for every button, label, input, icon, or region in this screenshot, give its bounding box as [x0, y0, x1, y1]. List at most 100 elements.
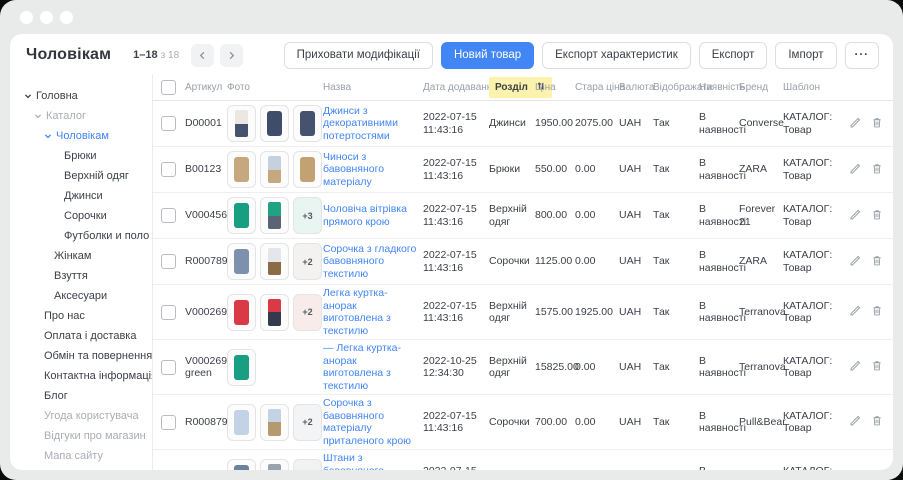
cell-currency: UAH — [619, 117, 653, 130]
column-header-currency[interactable]: Валюта — [619, 82, 653, 93]
sidebar-item-5[interactable]: Джинси — [10, 186, 152, 206]
product-photo[interactable] — [227, 151, 256, 188]
sidebar-item-16[interactable]: Угода користувача — [10, 406, 152, 426]
sidebar-item-9[interactable]: Взуття — [10, 266, 152, 286]
product-photo[interactable]: +2 — [293, 294, 322, 331]
delete-button[interactable] — [871, 116, 883, 132]
product-link[interactable]: Чиноси з бавовняного матеріалу — [323, 151, 423, 189]
edit-button[interactable] — [849, 208, 862, 224]
product-photo[interactable] — [260, 151, 289, 188]
product-photo[interactable] — [227, 197, 256, 234]
product-photo[interactable]: +3 — [293, 197, 322, 234]
table-row: B000321+2Штани з бавовняного матеріалу п… — [153, 450, 893, 470]
row-select-cell — [161, 305, 185, 320]
column-header-date[interactable]: Дата додавання — [423, 82, 489, 93]
delete-button[interactable] — [871, 304, 883, 320]
product-photo[interactable]: +2 — [293, 404, 322, 441]
sidebar-item-14[interactable]: Контактна інформація — [10, 366, 152, 386]
sidebar-item-12[interactable]: Оплата і доставка — [10, 326, 152, 346]
product-photo[interactable] — [260, 459, 289, 471]
product-photo[interactable] — [227, 243, 256, 280]
hide-modifications-button[interactable]: Приховати модифікації — [284, 42, 433, 69]
delete-button[interactable] — [871, 254, 883, 270]
row-checkbox[interactable] — [161, 116, 176, 131]
more-actions-button[interactable]: ··· — [845, 42, 880, 69]
next-page-button[interactable] — [220, 44, 243, 67]
column-header-old_price[interactable]: Стара ціна — [575, 82, 619, 93]
column-header-availability[interactable]: Наявність — [699, 82, 739, 93]
select-all-checkbox[interactable] — [161, 80, 176, 95]
sidebar-item-10[interactable]: Аксесуари — [10, 286, 152, 306]
row-checkbox[interactable] — [161, 208, 176, 223]
column-header-name[interactable]: Назва — [323, 82, 423, 93]
sidebar-item-7[interactable]: Футболки и поло — [10, 226, 152, 246]
product-photo[interactable] — [293, 105, 322, 142]
edit-button[interactable] — [849, 414, 862, 430]
product-link[interactable]: Легка куртка-анорак виготовлена з тексти… — [323, 287, 423, 337]
column-header-photo[interactable]: Фото — [227, 82, 323, 93]
export-button[interactable]: Експорт — [699, 42, 768, 69]
column-header-template[interactable]: Шаблон — [783, 82, 843, 93]
product-link[interactable]: — Легка куртка-анорак виготовлена з текс… — [323, 342, 423, 392]
edit-button[interactable] — [849, 304, 862, 320]
row-actions — [843, 359, 889, 375]
sidebar-item-8[interactable]: Жінкам — [10, 246, 152, 266]
row-checkbox[interactable] — [161, 360, 176, 375]
row-checkbox[interactable] — [161, 254, 176, 269]
row-checkbox[interactable] — [161, 305, 176, 320]
product-photo[interactable] — [293, 151, 322, 188]
product-photo[interactable]: +2 — [293, 459, 322, 471]
sidebar-item-18[interactable]: Мапа сайту — [10, 446, 152, 466]
product-photo[interactable] — [227, 349, 256, 386]
sidebar-item-15[interactable]: Блог — [10, 386, 152, 406]
sidebar-item-17[interactable]: Відгуки про магазин — [10, 426, 152, 446]
product-link[interactable]: Сорочка з бавовняного матеріалу притален… — [323, 397, 423, 447]
column-header-article[interactable]: Артикул — [185, 82, 227, 93]
product-photo[interactable] — [260, 404, 289, 441]
sidebar-item-1[interactable]: Каталог — [10, 106, 152, 126]
product-photo[interactable] — [227, 459, 256, 471]
edit-button[interactable] — [849, 469, 862, 470]
sidebar-item-6[interactable]: Сорочки — [10, 206, 152, 226]
row-checkbox[interactable] — [161, 162, 176, 177]
edit-button[interactable] — [849, 162, 862, 178]
sidebar-item-2[interactable]: Чоловікам — [10, 126, 152, 146]
product-link[interactable]: Сорочка з гладкого бавовняного текстилю — [323, 243, 423, 281]
product-link[interactable]: Джинси з декоративними потертостями — [323, 105, 423, 143]
column-header-brand[interactable]: Бренд — [739, 82, 783, 93]
edit-button[interactable] — [849, 116, 862, 132]
edit-button[interactable] — [849, 254, 862, 270]
sidebar-item-13[interactable]: Обмін та повернення — [10, 346, 152, 366]
sidebar-item-3[interactable]: Брюки — [10, 146, 152, 166]
product-photo[interactable] — [227, 404, 256, 441]
delete-button[interactable] — [871, 208, 883, 224]
product-photo[interactable] — [260, 243, 289, 280]
row-checkbox[interactable] — [161, 415, 176, 430]
column-header-price[interactable]: Ціна — [535, 82, 575, 93]
product-link[interactable]: Чоловіча вітрівка прямого крою — [323, 203, 423, 228]
delete-button[interactable] — [871, 469, 883, 470]
app-window: Чоловікам 1–18 з 18 Приховати модифікаці… — [0, 0, 903, 480]
delete-button[interactable] — [871, 359, 883, 375]
column-header-display[interactable]: Відображати — [653, 82, 699, 93]
export-characteristics-button[interactable]: Експорт характеристик — [542, 42, 691, 69]
sidebar-item-0[interactable]: Головна — [10, 86, 152, 106]
product-photo[interactable]: +2 — [293, 243, 322, 280]
row-checkbox[interactable] — [161, 470, 176, 471]
product-photo[interactable] — [260, 294, 289, 331]
product-photo[interactable] — [227, 294, 256, 331]
delete-button[interactable] — [871, 414, 883, 430]
product-link[interactable]: Штани з бавовняного матеріалу прямого кр… — [323, 452, 423, 470]
import-button[interactable]: Імпорт — [775, 42, 836, 69]
edit-button[interactable] — [849, 359, 862, 375]
product-photo[interactable] — [260, 197, 289, 234]
product-photo[interactable] — [227, 105, 256, 142]
column-header-section[interactable]: Розділ — [489, 77, 535, 98]
pagination: 1–18 з 18 — [133, 49, 179, 61]
sidebar-item-4[interactable]: Верхній одяг — [10, 166, 152, 186]
product-photo[interactable] — [260, 105, 289, 142]
new-product-button[interactable]: Новий товар — [441, 42, 534, 69]
prev-page-button[interactable] — [191, 44, 214, 67]
delete-button[interactable] — [871, 162, 883, 178]
sidebar-item-11[interactable]: Про нас — [10, 306, 152, 326]
